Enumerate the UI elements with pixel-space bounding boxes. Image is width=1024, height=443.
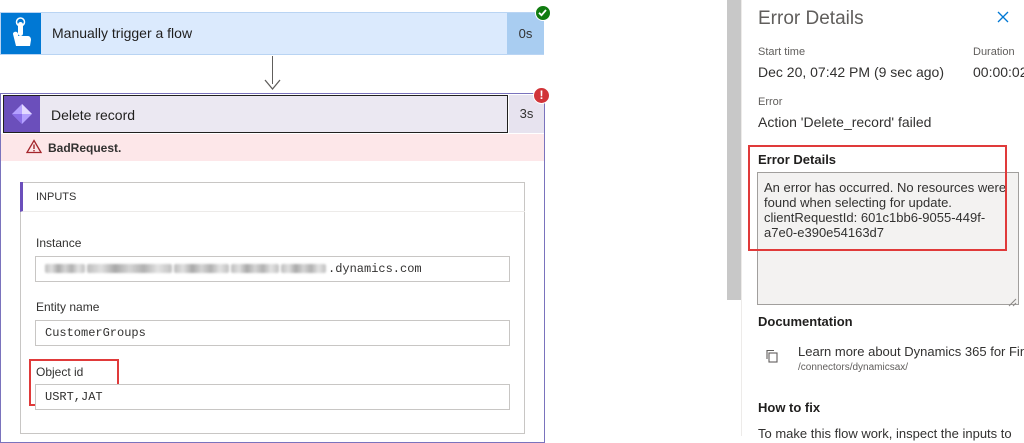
instance-field: .dynamics.com xyxy=(35,256,510,282)
documentation-link[interactable]: Learn more about Dynamics 365 for Fin xyxy=(798,344,1024,359)
object-id-label: Object id xyxy=(36,365,84,379)
trigger-title: Manually trigger a flow xyxy=(52,25,193,41)
panel-title: Error Details xyxy=(758,8,864,29)
entity-label: Entity name xyxy=(36,300,100,314)
how-to-fix-text: To make this flow work, inspect the inpu… xyxy=(758,426,1012,441)
trigger-card[interactable]: Manually trigger a flow 0s xyxy=(0,12,544,55)
error-value: Action 'Delete_record' failed xyxy=(758,114,932,130)
redacted-text xyxy=(45,264,85,274)
object-id-value: USRT,JAT xyxy=(45,390,103,404)
duration-value: 00:00:02 xyxy=(973,64,1024,80)
instance-value: .dynamics.com xyxy=(328,262,422,276)
touch-icon xyxy=(1,13,41,54)
close-icon[interactable] xyxy=(996,10,1010,29)
object-id-field: USRT,JAT xyxy=(35,384,510,410)
resize-grip-icon[interactable] xyxy=(1007,294,1017,312)
scrollbar-thumb[interactable] xyxy=(727,0,741,300)
redacted-text xyxy=(174,264,229,274)
redacted-text xyxy=(231,264,279,274)
dataverse-icon xyxy=(4,96,40,132)
error-code: BadRequest. xyxy=(48,141,122,155)
how-to-fix-heading: How to fix xyxy=(758,400,821,415)
action-title: Delete record xyxy=(51,107,136,123)
start-time-value: Dec 20, 07:42 PM (9 sec ago) xyxy=(758,64,944,80)
inputs-header[interactable]: INPUTS xyxy=(20,182,525,212)
start-time-label: Start time xyxy=(758,46,806,58)
redacted-text xyxy=(87,264,172,274)
check-badge-icon xyxy=(535,5,551,21)
panel-divider xyxy=(741,0,742,436)
entity-value: CustomerGroups xyxy=(45,326,146,340)
redacted-text xyxy=(281,264,326,274)
highlight-box xyxy=(748,145,1007,251)
error-label: Error xyxy=(758,96,783,108)
documentation-path: /connectors/dynamicsax/ xyxy=(798,362,909,373)
warning-icon xyxy=(25,139,43,159)
documentation-heading: Documentation xyxy=(758,314,853,329)
copy-icon xyxy=(765,349,779,368)
entity-field: CustomerGroups xyxy=(35,320,510,346)
instance-label: Instance xyxy=(36,236,82,250)
duration-label: Duration xyxy=(973,46,1015,58)
inputs-header-label: INPUTS xyxy=(36,191,77,203)
error-bar: BadRequest. xyxy=(1,134,544,161)
error-badge-icon: ! xyxy=(533,87,550,104)
